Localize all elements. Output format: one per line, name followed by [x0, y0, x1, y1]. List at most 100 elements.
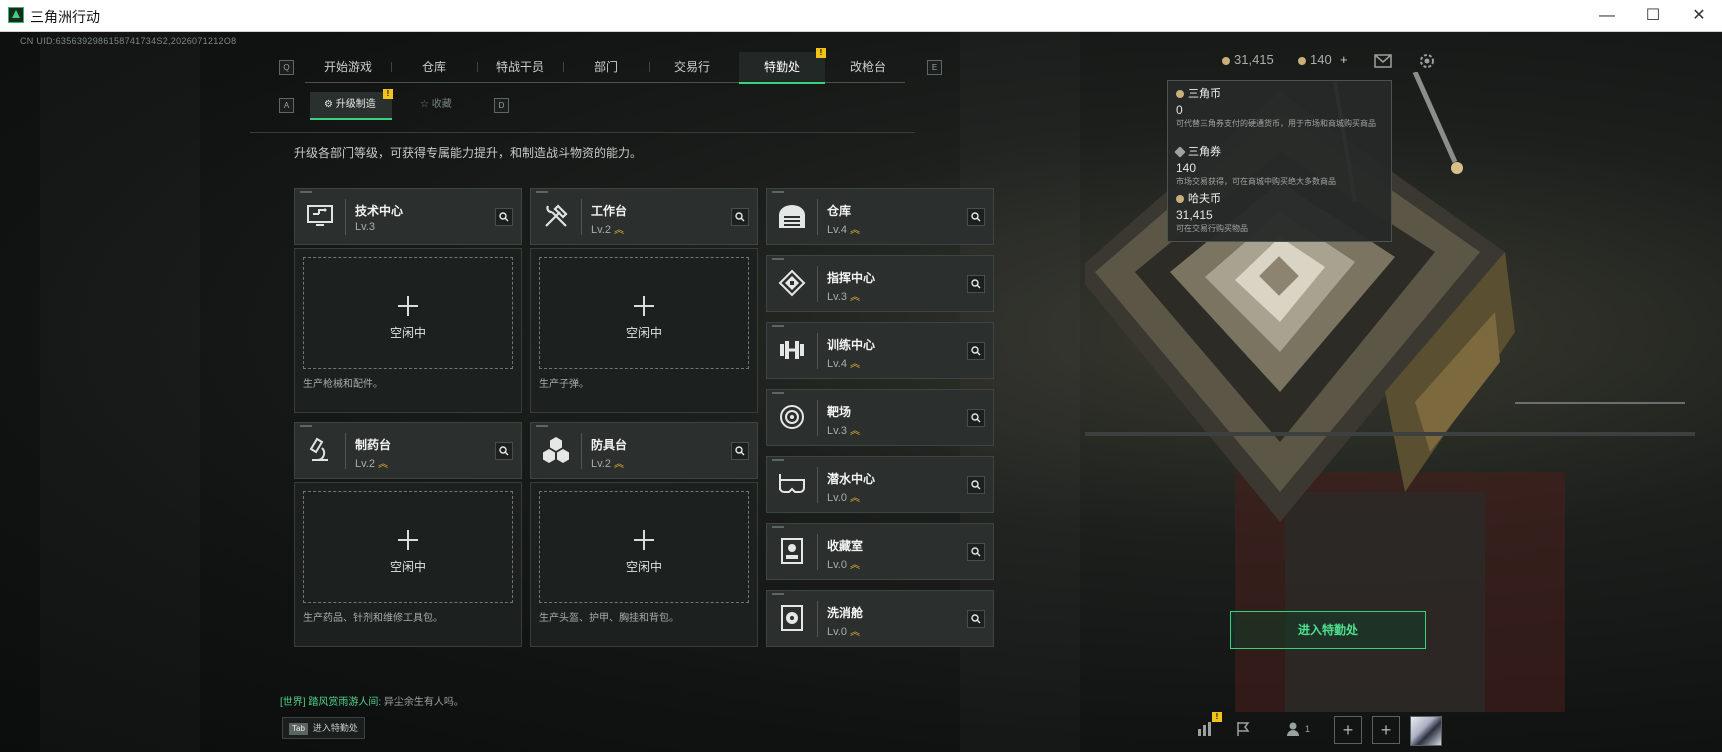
wrench-icon: ⚙	[324, 99, 333, 110]
friends-icon	[1286, 722, 1299, 736]
minimize-button[interactable]: —	[1584, 0, 1630, 31]
slot-description: 生产枪械和配件。	[303, 379, 383, 390]
search-icon[interactable]	[731, 208, 749, 226]
friends-button[interactable]: 1	[1278, 714, 1318, 744]
craft-slot-pharmacy[interactable]: 空闲中 生产药品、针剂和维修工具包。	[294, 482, 522, 647]
tab-warehouse[interactable]: 仓库	[391, 52, 477, 82]
workbench-card-tech-center[interactable]: 技术中心 Lv.3	[294, 188, 522, 245]
subnav-next-key[interactable]: D	[494, 98, 509, 113]
tooltip-entry-triangle-coupon: 三角券 140 市场交易获得，可在商城中购买绝大多数商品	[1174, 146, 1336, 186]
tab-key: Tab	[289, 723, 308, 735]
search-icon[interactable]	[967, 208, 985, 226]
tab-special-ops[interactable]: 特勤处	[739, 52, 825, 84]
upgrade-available-icon: ︽	[849, 493, 860, 504]
slot-description: 生产药品、针剂和维修工具包。	[303, 613, 443, 624]
upgrade-available-icon: ︽	[849, 292, 860, 303]
tooltip-entry-haf-coin: 哈夫币 31,415 可在交易行购买物品	[1176, 193, 1248, 233]
workbench-level: Lv.2	[591, 458, 611, 470]
facility-card-command-center[interactable]: 指挥中心 Lv.3 ︽	[766, 255, 994, 312]
facility-level: Lv.0	[827, 492, 847, 504]
workbench-card-armor[interactable]: 防具台 Lv.2 ︽	[530, 422, 758, 479]
decontamination-icon	[775, 602, 809, 634]
workbench-name: 技术中心	[355, 204, 404, 218]
tab-departments[interactable]: 部门	[563, 52, 649, 82]
window-titlebar: 三角洲行动 — ☐ ✕	[0, 0, 1722, 32]
invite-slot-button[interactable]: +	[1334, 716, 1362, 744]
chat-channel: [世界]	[280, 697, 306, 708]
upgrade-available-icon: ︽	[613, 459, 624, 470]
facility-name: 洗消舱	[827, 606, 864, 620]
invite-slot-button[interactable]: +	[1372, 716, 1400, 744]
currency-coupon-display: 140	[1298, 52, 1332, 67]
diving-mask-icon	[775, 468, 809, 500]
triangle-coupon-icon	[1174, 146, 1186, 158]
upgrade-available-icon: ︽	[849, 560, 860, 571]
tab-gunsmith[interactable]: 改枪台	[825, 52, 911, 82]
search-icon[interactable]	[495, 442, 513, 460]
nav-next-key[interactable]: E	[927, 60, 942, 75]
craft-slot-tech-center[interactable]: 空闲中 生产枪械和配件。	[294, 248, 522, 413]
facility-level: Lv.3	[827, 425, 847, 437]
search-icon[interactable]	[967, 476, 985, 494]
facility-card-decontamination[interactable]: 洗消舱 Lv.0 ︽	[766, 590, 994, 647]
upgrade-alert-badge: !	[383, 89, 393, 99]
search-icon[interactable]	[967, 275, 985, 293]
settings-icon[interactable]	[1412, 46, 1442, 76]
currency-tooltip: 三角币 0 可代替三角券支付的硬通货币，用于市场和商城购买商品 三角券 140 …	[1167, 80, 1392, 242]
facility-card-diving-center[interactable]: 潜水中心 Lv.0 ︽	[766, 456, 994, 513]
subnav-prev-key[interactable]: A	[279, 98, 294, 113]
slot-status: 空闲中	[625, 326, 662, 340]
workbench-card-workbench[interactable]: 工作台 Lv.2 ︽	[530, 188, 758, 245]
tooltip-entry-triangle-coin: 三角币 0 可代替三角券支付的硬通货币，用于市场和商城购买商品	[1176, 88, 1376, 128]
facility-card-collection-room[interactable]: 收藏室 Lv.0 ︽	[766, 523, 994, 580]
special-ops-alert-badge: !	[816, 48, 826, 58]
slot-status: 空闲中	[389, 560, 426, 574]
add-icon	[634, 296, 654, 316]
facility-level: Lv.0	[827, 626, 847, 638]
craft-slot-workbench[interactable]: 空闲中 生产子弹。	[530, 248, 758, 413]
add-currency-button[interactable]: +	[1340, 52, 1348, 67]
facility-name: 指挥中心	[827, 271, 876, 285]
facility-level: Lv.3	[827, 291, 847, 303]
facility-card-shooting-range[interactable]: 靶场 Lv.3 ︽	[766, 389, 994, 446]
add-icon	[634, 530, 654, 550]
search-icon[interactable]	[967, 409, 985, 427]
collection-icon	[775, 535, 809, 567]
flag-icon[interactable]	[1228, 714, 1258, 744]
tab-operators[interactable]: 特战干员	[477, 52, 563, 82]
tab-shortcut-hint[interactable]: Tab 进入特勤处	[282, 717, 365, 739]
game-viewport: CN UID:6356392986158741734S2,2026071212O…	[0, 32, 1722, 752]
player-uid: CN UID:6356392986158741734S2,2026071212O…	[20, 36, 237, 46]
chat-user: 踏风赏雨游人间	[308, 697, 379, 708]
workbench-card-pharmacy[interactable]: 制药台 Lv.2 ︽	[294, 422, 522, 479]
workbench-name: 防具台	[591, 438, 628, 452]
search-icon[interactable]	[967, 543, 985, 561]
tab-start-game[interactable]: 开始游戏	[305, 52, 391, 82]
microscope-icon	[303, 434, 337, 466]
upgrade-available-icon: ︽	[849, 426, 860, 437]
facility-card-training-center[interactable]: 训练中心 Lv.4 ︽	[766, 322, 994, 379]
friends-count: 1	[1304, 724, 1310, 734]
workbench-name: 制药台	[355, 438, 392, 452]
subtab-favorites[interactable]: ☆ 收藏	[402, 92, 484, 118]
search-icon[interactable]	[967, 342, 985, 360]
maximize-button[interactable]: ☐	[1630, 0, 1676, 31]
nav-prev-key[interactable]: Q	[279, 60, 294, 75]
haf-coin-icon	[1176, 195, 1184, 204]
avatar[interactable]	[1410, 716, 1442, 746]
world-chat-line[interactable]: [世界] 踏风赏雨游人间: 异尘余生有人吗。	[280, 693, 464, 708]
search-icon[interactable]	[731, 442, 749, 460]
triangle-coupon-icon	[1298, 56, 1306, 65]
search-icon[interactable]	[495, 208, 513, 226]
facility-card-warehouse[interactable]: 仓库 Lv.4 ︽	[766, 188, 994, 245]
workbench-level: Lv.2	[355, 458, 375, 470]
craft-slot-armor[interactable]: 空闲中 生产头盔、护甲、胸挂和背包。	[530, 482, 758, 647]
enter-special-ops-button[interactable]: 进入特勤处	[1230, 611, 1426, 649]
subtab-upgrade-craft[interactable]: ⚙ 升级制造	[310, 92, 392, 120]
close-button[interactable]: ✕	[1676, 0, 1722, 31]
mail-icon[interactable]	[1368, 46, 1398, 76]
workbench-level: Lv.3	[355, 221, 375, 233]
search-icon[interactable]	[967, 610, 985, 628]
slot-description: 生产头盔、护甲、胸挂和背包。	[539, 613, 679, 624]
tab-trading[interactable]: 交易行	[649, 52, 735, 82]
